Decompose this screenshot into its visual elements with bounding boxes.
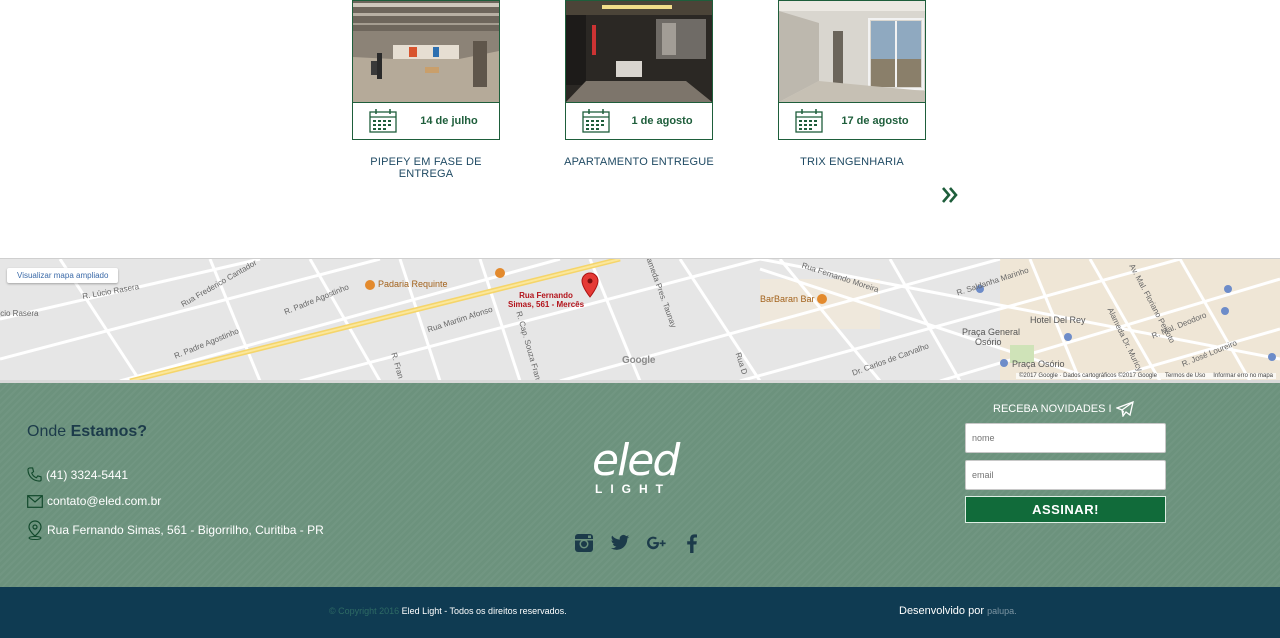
developer-prefix: Desenvolvido por: [899, 605, 988, 617]
contact-email[interactable]: contato@eled.com.br: [27, 494, 161, 508]
phone-text: (41) 3324-5441: [46, 467, 129, 482]
news-title[interactable]: TRIX ENGENHARIA: [772, 156, 932, 168]
map-data-credit: ©2017 Google · Dados cartográficos ©2017…: [1019, 373, 1157, 379]
location-map[interactable]: Visualizar mapa ampliado Padaria Requint…: [0, 258, 1280, 381]
instagram-icon[interactable]: [574, 533, 594, 553]
bottom-bar: © Copyright 2016 Eled Light - Todos os d…: [0, 587, 1280, 638]
news-card[interactable]: 1 de agosto APARTAMENTO ENTREGUE: [564, 0, 714, 168]
site-footer: Onde Estamos? (41) 3324-5441 contato@ele…: [0, 380, 1280, 587]
map-report-link[interactable]: Informar erro no mapa: [1213, 373, 1273, 379]
where-title: Onde Estamos?: [27, 423, 147, 441]
news-date-text: 1 de agosto: [631, 115, 693, 127]
news-photo[interactable]: [565, 0, 713, 102]
map-poi-label: Praça Osório: [1012, 359, 1065, 369]
double-chevron-right-icon[interactable]: [940, 184, 960, 206]
developer-brand[interactable]: palupa.: [987, 606, 1017, 616]
calendar-icon: [795, 109, 823, 133]
news-photo[interactable]: [352, 0, 500, 102]
where-title-prefix: Onde: [27, 423, 71, 440]
mail-icon: [27, 494, 43, 508]
google-logo: Google: [622, 355, 656, 366]
where-title-bold: Estamos?: [70, 423, 148, 440]
subscribe-button[interactable]: ASSINAR!: [965, 496, 1166, 523]
news-title[interactable]: APARTAMENTO ENTREGUE: [559, 156, 719, 168]
contact-phone[interactable]: (41) 3324-5441: [27, 467, 128, 482]
address-text: Rua Fernando Simas, 561 - Bigorrilho, Cu…: [47, 523, 324, 537]
map-pin-label-line: Simas, 561 - Mercês: [508, 300, 585, 309]
copyright-year: © Copyright 2016: [329, 606, 400, 616]
email-text: contato@eled.com.br: [47, 494, 162, 508]
newsletter-name-input[interactable]: [965, 423, 1166, 453]
map-poi-label: Osório: [975, 337, 1002, 347]
developer-credit[interactable]: Desenvolvido por palupa.: [899, 605, 1017, 617]
map-poi-label: BarBaran Bar: [760, 294, 815, 304]
news-date: 14 de julho: [352, 102, 500, 140]
social-links: [574, 533, 702, 553]
newsletter-title-text: RECEBA NOVIDADES I: [993, 403, 1112, 415]
enlarge-map-button[interactable]: Visualizar mapa ampliado: [7, 268, 119, 283]
map-pin-label-line: Rua Fernando: [519, 291, 573, 300]
news-section: 14 de julho PIPEFY EM FASE DE ENTREGA 1 …: [0, 0, 1280, 258]
facebook-icon[interactable]: [682, 533, 702, 553]
news-date: 17 de agosto: [778, 102, 926, 140]
copyright-text: Eled Light - Todos os direitos reservado…: [399, 606, 567, 616]
location-pin-icon: [28, 520, 42, 540]
twitter-icon[interactable]: [610, 533, 630, 553]
contact-address[interactable]: Rua Fernando Simas, 561 - Bigorrilho, Cu…: [27, 520, 324, 540]
paper-plane-icon: [1115, 401, 1134, 417]
map-poi-label: Padaria Requinte: [378, 279, 448, 289]
news-title[interactable]: PIPEFY EM FASE DE ENTREGA: [346, 156, 506, 180]
google-plus-icon[interactable]: [646, 533, 666, 553]
news-card[interactable]: 14 de julho PIPEFY EM FASE DE ENTREGA: [352, 0, 500, 180]
newsletter-title: RECEBA NOVIDADES I: [993, 401, 1134, 417]
news-card[interactable]: 17 de agosto TRIX ENGENHARIA: [778, 0, 926, 168]
eled-light-logo[interactable]: eled LIGHT: [592, 439, 688, 497]
map-terms-link[interactable]: Termos de Uso: [1165, 373, 1205, 379]
map-attribution: ©2017 Google · Dados cartográficos ©2017…: [1016, 373, 1276, 379]
map-poi-label: Praça General: [962, 327, 1021, 337]
newsletter-email-input[interactable]: [965, 460, 1166, 490]
phone-icon: [27, 467, 42, 482]
map-street-label: ício Rasera: [0, 309, 39, 318]
logo-word: eled: [592, 435, 680, 486]
map-pin-label: Rua Fernando Simas, 561 - Mercês: [508, 291, 584, 309]
map-poi-label: Hotel Del Rey: [1030, 315, 1086, 325]
news-date-text: 14 de julho: [420, 115, 478, 127]
news-date: 1 de agosto: [565, 102, 713, 140]
copyright: © Copyright 2016 Eled Light - Todos os d…: [329, 606, 567, 616]
calendar-icon: [582, 109, 610, 133]
news-photo[interactable]: [778, 0, 926, 102]
news-date-text: 17 de agosto: [841, 115, 909, 127]
calendar-icon: [369, 109, 397, 133]
